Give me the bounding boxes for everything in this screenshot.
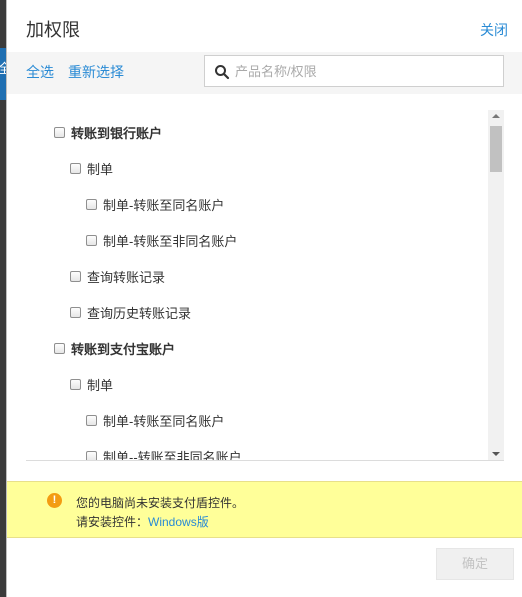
search-input[interactable]: [235, 56, 499, 86]
warning-text: 您的电脑尚未安装支付盾控件。: [76, 496, 245, 510]
permission-checkbox[interactable]: [86, 450, 97, 460]
dialog-footer: 确定: [7, 538, 522, 597]
close-button[interactable]: 关闭: [480, 20, 508, 40]
warning-install-line: 请安装控件：Windows版: [76, 513, 209, 530]
search-icon: [215, 65, 230, 80]
permission-label: 制单: [87, 161, 114, 177]
permission-label: 制单: [87, 377, 114, 393]
search-box[interactable]: [204, 55, 504, 87]
permission-label: 查询历史转账记录: [87, 305, 192, 321]
permission-label: 查询转账记录: [87, 269, 166, 285]
reselect-link[interactable]: 重新选择: [68, 62, 124, 82]
permission-checkbox[interactable]: [70, 162, 81, 174]
warning-icon: !: [47, 493, 62, 508]
permission-tree-item[interactable]: 制单--转账至非同名账户: [86, 446, 242, 461]
permission-label: 制单--转账至非同名账户: [103, 449, 242, 461]
permission-checkbox[interactable]: [70, 306, 81, 318]
scrollbar-thumb[interactable]: [490, 126, 502, 172]
windows-install-link[interactable]: Windows版: [148, 515, 209, 529]
permission-checkbox[interactable]: [86, 198, 97, 210]
permission-checkbox[interactable]: [70, 378, 81, 390]
permission-tree-item[interactable]: 制单-转账至同名账户: [86, 410, 224, 430]
permission-checkbox[interactable]: [86, 234, 97, 246]
permission-tree-item[interactable]: 查询转账记录: [70, 266, 165, 286]
permission-tree-item[interactable]: 查询历史转账记录: [70, 302, 191, 322]
permission-label: 制单-转账至同名账户: [103, 413, 225, 429]
add-permission-dialog: 加权限 关闭 全选 重新选择 转账到银行账户制单制单-转账至同名账户制单-转账至…: [6, 0, 522, 597]
plugin-warning-banner: ! 您的电脑尚未安装支付盾控件。 请安装控件：Windows版: [7, 481, 522, 538]
dialog-title: 加权限: [26, 20, 80, 40]
permission-tree-item[interactable]: 制单-转账至同名账户: [86, 194, 224, 214]
permission-checkbox[interactable]: [86, 414, 97, 426]
confirm-button[interactable]: 确定: [436, 548, 514, 580]
dialog-header: 加权限 关闭: [7, 0, 522, 52]
install-prefix: 请安装控件：: [76, 515, 149, 529]
permission-tree-item[interactable]: 制单: [70, 374, 113, 394]
permission-label: 转账到银行账户: [71, 125, 163, 141]
permission-tree-item[interactable]: 制单-转账至非同名账户: [86, 230, 237, 250]
dialog-toolbar: 全选 重新选择: [7, 52, 522, 94]
tree-scrollbar[interactable]: [488, 110, 504, 460]
permission-label: 制单-转账至同名账户: [103, 197, 225, 213]
permission-checkbox[interactable]: [70, 270, 81, 282]
permission-checkbox[interactable]: [54, 342, 65, 354]
permission-tree-item[interactable]: 转账到银行账户: [54, 122, 162, 142]
scroll-up-arrow-icon[interactable]: [492, 114, 500, 118]
permission-tree-item[interactable]: 转账到支付宝账户: [54, 338, 175, 358]
permission-tree-item[interactable]: 制单: [70, 158, 113, 178]
permission-tree-panel: 转账到银行账户 制单 制单-转账至同名账户 制单-转账至非同名账户 查询转账记录 查询历史…: [26, 110, 504, 461]
select-all-link[interactable]: 全选: [26, 62, 54, 82]
scroll-down-arrow-icon[interactable]: [492, 452, 500, 456]
permission-label: 制单-转账至非同名账户: [103, 233, 238, 249]
permission-checkbox[interactable]: [54, 126, 65, 138]
permission-label: 转账到支付宝账户: [71, 341, 176, 357]
